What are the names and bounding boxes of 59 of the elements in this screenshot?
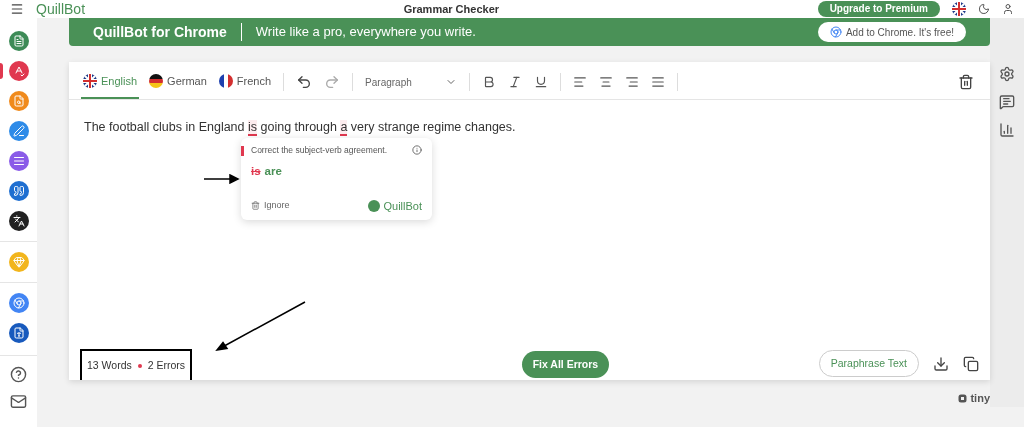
- spell-check-icon[interactable]: [8, 61, 29, 81]
- quillbot-brand: QuillBot: [368, 197, 422, 214]
- chart-icon[interactable]: [999, 122, 1015, 138]
- editor-text[interactable]: very strange regime changes.: [347, 120, 516, 136]
- moon-icon[interactable]: [978, 3, 990, 15]
- download-icon[interactable]: [933, 355, 949, 372]
- chrome-icon[interactable]: [8, 293, 29, 313]
- flagged-word[interactable]: a: [340, 120, 348, 136]
- add-to-chrome-button[interactable]: Add to Chrome. It's free!: [817, 22, 966, 42]
- bold-icon[interactable]: [482, 75, 497, 89]
- language-tab[interactable]: English: [81, 65, 140, 99]
- help-icon[interactable]: [10, 366, 27, 383]
- fix-all-errors-button[interactable]: Fix All Errors: [521, 351, 610, 378]
- copy-icon[interactable]: [963, 355, 979, 372]
- align-right-icon[interactable]: [625, 75, 640, 89]
- banner-tagline: Write like a pro, everywhere you write.: [255, 23, 477, 42]
- quillbot-logo[interactable]: QuillBot: [36, 2, 86, 16]
- mail-icon[interactable]: [10, 393, 27, 410]
- chrome-icon: [829, 26, 842, 38]
- trash-icon: [251, 201, 260, 211]
- align-center-icon[interactable]: [599, 75, 614, 89]
- upgrade-button[interactable]: Upgrade to Premium: [817, 1, 940, 17]
- menu-icon[interactable]: [10, 2, 24, 16]
- editor-text[interactable]: The football clubs in England: [84, 120, 248, 136]
- language-tab[interactable]: French: [216, 65, 274, 99]
- comment-icon[interactable]: [999, 94, 1015, 110]
- error-count: 2 Errors: [147, 357, 186, 373]
- wrong-word: is: [251, 163, 261, 179]
- tiny-logo-icon: [958, 393, 968, 403]
- align-justify-icon[interactable]: [651, 75, 666, 89]
- translate-icon[interactable]: [8, 211, 29, 231]
- paragraph-dropdown[interactable]: Paragraph: [365, 74, 458, 90]
- word-count: 13 Words: [87, 357, 132, 373]
- page-title: Grammar Checker: [402, 3, 501, 15]
- info-icon[interactable]: [412, 145, 422, 156]
- document-icon[interactable]: [8, 31, 29, 51]
- language-tab[interactable]: German: [147, 65, 209, 99]
- german-flag-icon: [149, 74, 164, 88]
- delete-icon[interactable]: [958, 74, 974, 90]
- correction-word[interactable]: are: [264, 162, 282, 180]
- lines-icon[interactable]: [8, 151, 29, 171]
- banner-title: QuillBot for Chrome: [93, 22, 227, 42]
- editor-text[interactable]: going through: [257, 120, 341, 136]
- user-icon[interactable]: [1002, 3, 1014, 15]
- arrow: [204, 174, 240, 184]
- flagged-word[interactable]: is: [248, 120, 258, 136]
- uk-flag-icon: [83, 74, 97, 88]
- align-left-icon[interactable]: [573, 75, 588, 89]
- settings-icon[interactable]: [999, 66, 1015, 82]
- suggestion-message: Correct the subject-verb agreement.: [251, 144, 388, 157]
- undo-icon[interactable]: [296, 74, 313, 90]
- tiny-brand: tiny: [970, 391, 990, 406]
- active-indicator: [0, 63, 3, 79]
- french-flag-icon: [218, 74, 233, 88]
- underline-icon[interactable]: [534, 75, 549, 89]
- quote-icon[interactable]: [8, 181, 29, 201]
- italic-icon[interactable]: [508, 75, 523, 89]
- pen-icon[interactable]: [8, 121, 29, 141]
- ignore-button[interactable]: Ignore: [251, 199, 290, 213]
